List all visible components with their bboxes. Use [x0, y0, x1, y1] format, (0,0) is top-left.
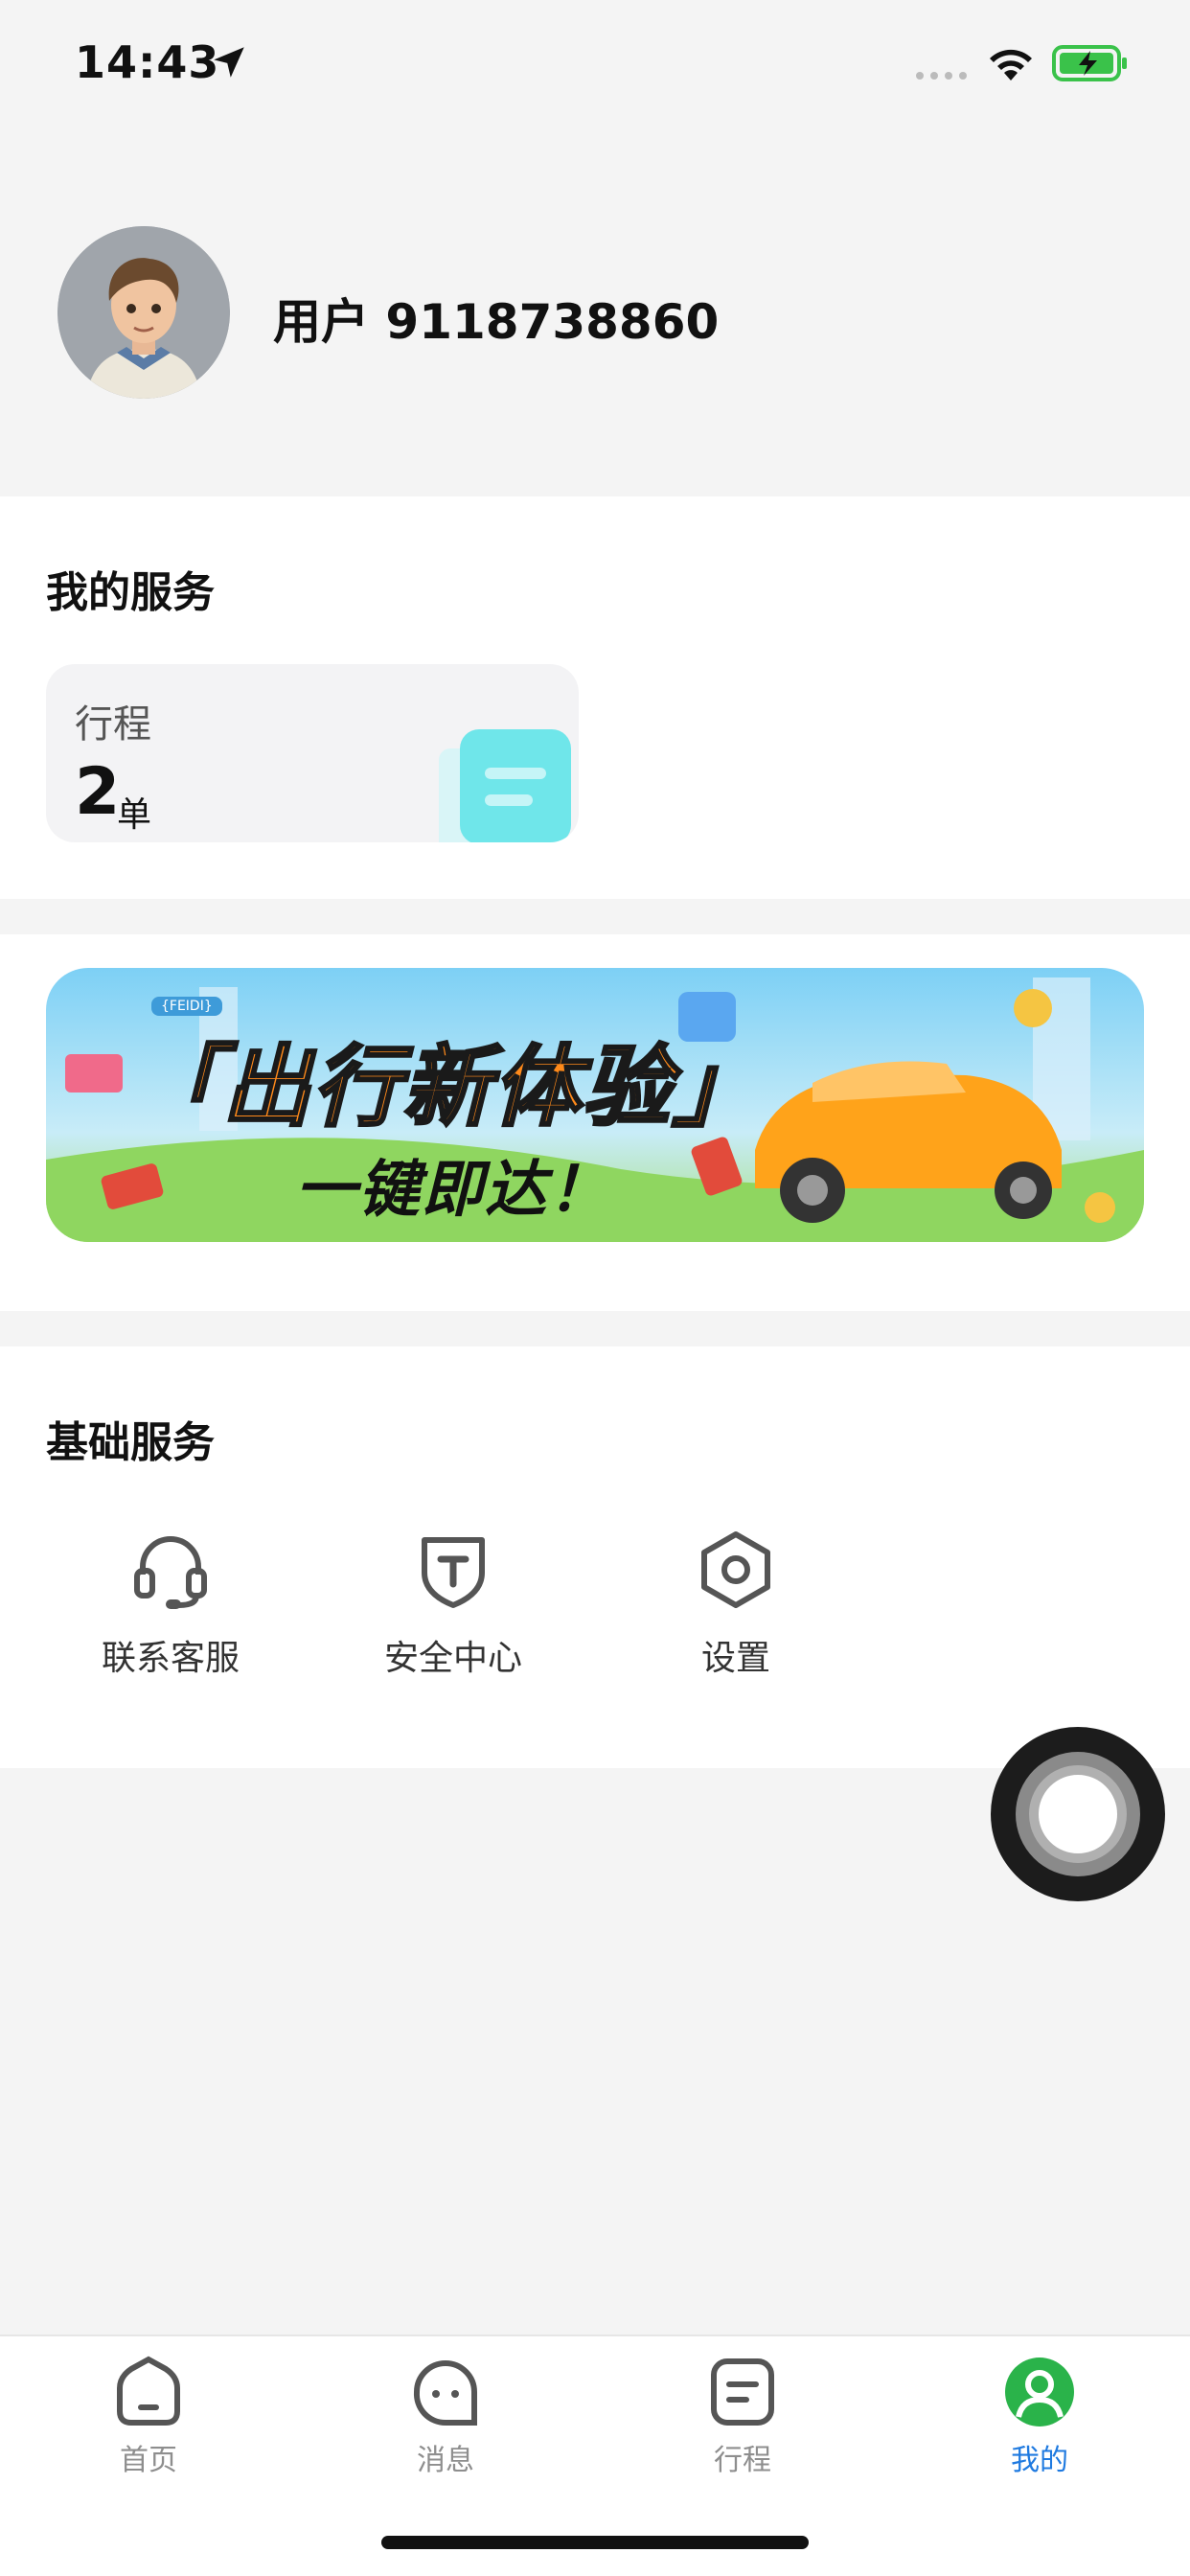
assistive-touch-ring — [1016, 1752, 1140, 1876]
trip-list-icon — [711, 2358, 774, 2426]
service-label: 联系客服 — [101, 1639, 240, 1678]
tab-label: 行程 — [714, 2444, 771, 2477]
promo-banner[interactable]: {FEIDI} 「出行新体验」 一键即达！ — [46, 968, 1144, 1242]
home-indicator[interactable] — [381, 2536, 809, 2549]
banner-tag: {FEIDI} — [151, 997, 222, 1016]
banner-section: {FEIDI} 「出行新体验」 一键即达！ — [0, 934, 1190, 1311]
home-icon — [117, 2356, 180, 2426]
my-services-section: 我的服务 行程 2 单 — [0, 496, 1190, 899]
wifi-icon — [990, 49, 1032, 80]
basic-services-title: 基础服务 — [46, 1418, 215, 1467]
basic-services-section: 基础服务 联系客服 安全中心 设置 — [0, 1346, 1190, 1768]
trip-label: 行程 — [75, 702, 151, 747]
username: 用户 9118738860 — [273, 294, 720, 350]
gear-icon — [701, 1531, 770, 1608]
status-time: 14:43 — [75, 36, 220, 88]
my-services-title: 我的服务 — [46, 568, 215, 617]
service-label: 设置 — [700, 1639, 770, 1678]
shield-icon — [422, 1537, 485, 1608]
battery-icon — [1052, 45, 1127, 81]
status-bar: 14:43 — [0, 0, 1190, 134]
message-icon — [413, 2360, 477, 2426]
trip-count: 2 — [75, 754, 121, 830]
trip-unit: 单 — [117, 795, 152, 835]
tab-mine[interactable]: 我的 — [944, 2356, 1135, 2499]
banner-title: 「出行新体验」 — [130, 1035, 764, 1140]
trip-card[interactable]: 行程 2 单 — [46, 664, 579, 842]
banner-subtitle: 一键即达！ — [295, 1155, 611, 1226]
location-arrow-icon — [214, 47, 244, 78]
service-settings[interactable]: 设置 — [640, 1529, 832, 1678]
tab-home[interactable]: 首页 — [53, 2356, 244, 2499]
avatar-illustration — [57, 226, 230, 399]
tab-label: 消息 — [417, 2444, 474, 2477]
headset-icon — [134, 1536, 207, 1609]
tab-messages[interactable]: 消息 — [350, 2356, 541, 2499]
assistive-touch-center — [1029, 1765, 1127, 1863]
avatar[interactable] — [57, 226, 230, 399]
service-safety-center[interactable]: 安全中心 — [357, 1529, 549, 1678]
tab-trips[interactable]: 行程 — [647, 2356, 838, 2499]
tab-label: 首页 — [120, 2444, 177, 2477]
assistive-touch-button[interactable] — [991, 1727, 1165, 1901]
trip-document-icon — [439, 729, 571, 842]
cellular-signal-icon — [916, 72, 967, 80]
tab-label: 我的 — [1011, 2444, 1068, 2477]
service-label: 安全中心 — [383, 1639, 522, 1678]
profile-icon — [1005, 2358, 1074, 2426]
service-contact-support[interactable]: 联系客服 — [75, 1529, 266, 1678]
